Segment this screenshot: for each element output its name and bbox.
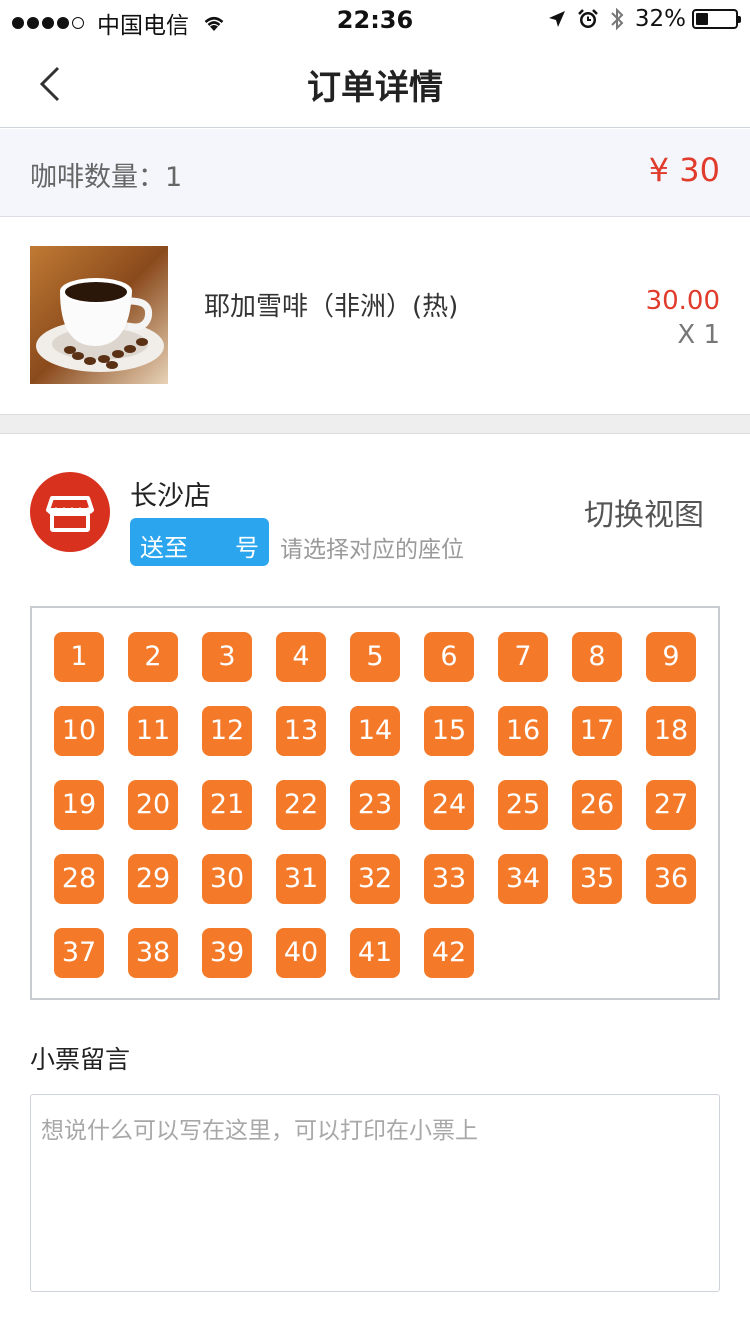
store-icon	[30, 472, 110, 552]
seat-button-18[interactable]: 18	[646, 706, 696, 756]
coffee-count: 咖啡数量：1	[30, 162, 183, 193]
seat-button-38[interactable]: 38	[128, 928, 178, 978]
order-total: ¥ 30	[648, 151, 720, 189]
ticket-message-input[interactable]	[30, 1094, 720, 1292]
seat-button-11[interactable]: 11	[128, 706, 178, 756]
seat-button-22[interactable]: 22	[276, 780, 326, 830]
nav-bar: 订单详情	[0, 40, 750, 128]
battery-icon	[692, 9, 741, 29]
seat-button-13[interactable]: 13	[276, 706, 326, 756]
seat-button-7[interactable]: 7	[498, 632, 548, 682]
product-quantity: X 1	[677, 320, 720, 350]
seat-button-16[interactable]: 16	[498, 706, 548, 756]
seat-button-28[interactable]: 28	[54, 854, 104, 904]
seat-button-41[interactable]: 41	[350, 928, 400, 978]
seat-button-36[interactable]: 36	[646, 854, 696, 904]
seat-grid: 1 2 3 4 5 6 7 8 9 10 11 12 13 14 15 16 17 18 19 20 21 22 23 24 2…	[30, 606, 720, 1000]
seat-button-10[interactable]: 10	[54, 706, 104, 756]
product-price: 30.00	[645, 286, 720, 316]
seat-button-3[interactable]: 3	[202, 632, 252, 682]
seat-button-8[interactable]: 8	[572, 632, 622, 682]
seat-button-4[interactable]: 4	[276, 632, 326, 682]
seat-button-2[interactable]: 2	[128, 632, 178, 682]
seat-button-15[interactable]: 15	[424, 706, 474, 756]
seat-button-23[interactable]: 23	[350, 780, 400, 830]
deliver-to-seat-badge[interactable]: 送至 号	[130, 518, 269, 566]
seat-button-30[interactable]: 30	[202, 854, 252, 904]
switch-view-button[interactable]: 切换视图	[584, 490, 704, 534]
seat-button-37[interactable]: 37	[54, 928, 104, 978]
seat-button-20[interactable]: 20	[128, 780, 178, 830]
seat-button-19[interactable]: 19	[54, 780, 104, 830]
seat-button-32[interactable]: 32	[350, 854, 400, 904]
seat-button-25[interactable]: 25	[498, 780, 548, 830]
seat-button-27[interactable]: 27	[646, 780, 696, 830]
bluetooth-icon	[611, 7, 624, 31]
seat-button-29[interactable]: 29	[128, 854, 178, 904]
seat-button-1[interactable]: 1	[54, 632, 104, 682]
seat-button-9[interactable]: 9	[646, 632, 696, 682]
product-name: 耶加雪啡（非洲）(热)	[204, 292, 459, 322]
seat-button-21[interactable]: 21	[202, 780, 252, 830]
seat-button-14[interactable]: 14	[350, 706, 400, 756]
status-bar: 中国电信 22:36 32%	[0, 0, 750, 40]
alarm-icon	[577, 9, 598, 28]
seat-button-26[interactable]: 26	[572, 780, 622, 830]
seat-button-33[interactable]: 33	[424, 854, 474, 904]
seat-button-17[interactable]: 17	[572, 706, 622, 756]
seat-button-6[interactable]: 6	[424, 632, 474, 682]
section-divider	[0, 414, 750, 434]
ticket-message-label: 小票留言	[30, 1045, 131, 1074]
battery-percent: 32%	[634, 6, 686, 32]
location-arrow-icon	[548, 11, 565, 27]
seat-hint: 请选择对应的座位	[280, 537, 464, 563]
page-title: 订单详情	[307, 68, 443, 108]
order-summary: 咖啡数量：1 ¥ 30	[0, 129, 750, 217]
coffee-image	[30, 246, 168, 384]
seat-button-24[interactable]: 24	[424, 780, 474, 830]
seat-button-34[interactable]: 34	[498, 854, 548, 904]
seat-button-39[interactable]: 39	[202, 928, 252, 978]
seat-button-40[interactable]: 40	[276, 928, 326, 978]
seat-button-42[interactable]: 42	[424, 928, 474, 978]
seat-button-31[interactable]: 31	[276, 854, 326, 904]
deliver-suffix: 号	[235, 534, 259, 562]
status-right: 32%	[547, 6, 741, 32]
seat-button-35[interactable]: 35	[572, 854, 622, 904]
seat-button-12[interactable]: 12	[202, 706, 252, 756]
store-name: 长沙店	[130, 481, 211, 512]
product-row: 耶加雪啡（非洲）(热) 30.00 X 1	[0, 218, 750, 414]
seat-button-5[interactable]: 5	[350, 632, 400, 682]
deliver-prefix: 送至	[140, 534, 188, 562]
